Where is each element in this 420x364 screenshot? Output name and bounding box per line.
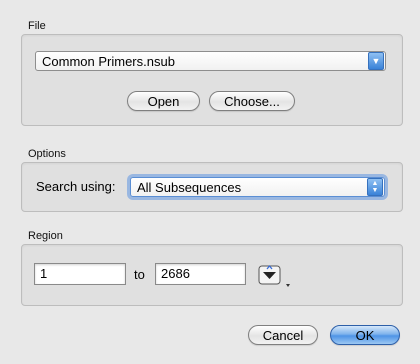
file-group: Common Primers.nsub ▼ Open Choose... xyxy=(21,34,403,126)
region-section-label: Region xyxy=(28,230,63,242)
ok-button[interactable]: OK xyxy=(330,325,400,345)
region-to-label: to xyxy=(134,267,145,282)
region-end-field[interactable]: 2686 xyxy=(155,263,246,285)
cancel-button[interactable]: Cancel xyxy=(248,325,318,345)
search-using-label: Search using: xyxy=(36,179,116,194)
open-button[interactable]: Open xyxy=(127,91,200,111)
chevron-down-icon: ▼ xyxy=(368,52,384,70)
sequence-region-picker-icon[interactable] xyxy=(258,264,292,290)
search-using-value: All Subsequences xyxy=(137,179,242,195)
region-start-field[interactable]: 1 xyxy=(34,263,126,285)
up-down-arrows-icon: ▲ ▼ xyxy=(367,178,383,196)
options-section-label: Options xyxy=(28,148,66,160)
file-section-label: File xyxy=(28,20,46,32)
choose-button[interactable]: Choose... xyxy=(209,91,295,111)
file-popup-value: Common Primers.nsub xyxy=(42,53,175,69)
search-using-popup[interactable]: All Subsequences ▲ ▼ xyxy=(130,177,385,197)
file-popup[interactable]: Common Primers.nsub ▼ xyxy=(35,51,386,71)
options-group: Search using: All Subsequences ▲ ▼ xyxy=(21,162,403,212)
